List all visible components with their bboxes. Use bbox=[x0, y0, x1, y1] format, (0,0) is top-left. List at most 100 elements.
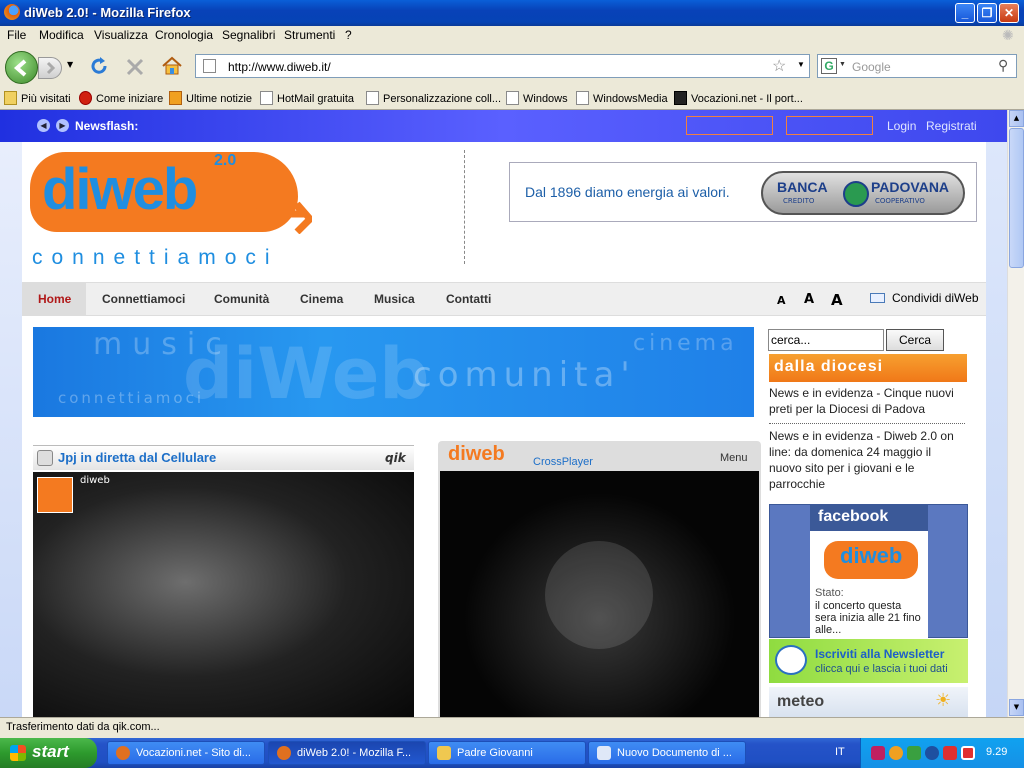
newsflash-next-icon[interactable]: ▶ bbox=[56, 119, 69, 132]
task-firefox-diweb[interactable]: diWeb 2.0! - Mozilla F... bbox=[268, 741, 426, 765]
newsflash-prev-icon[interactable]: ◀ bbox=[37, 119, 50, 132]
meteo-box[interactable]: meteo ☀ bbox=[769, 687, 968, 717]
menu-home[interactable]: Home bbox=[38, 292, 71, 306]
navigation-toolbar: ▼ http://www.diweb.it/ ☆ ▼ G ▼ Google ⚲ bbox=[0, 46, 1024, 86]
task-vocazioni[interactable]: Vocazioni.net - Sito di... bbox=[107, 741, 265, 765]
bookmark-windows[interactable]: Windows bbox=[506, 91, 568, 105]
player-menu[interactable]: Menu bbox=[720, 452, 748, 464]
bookmark-windowsmedia[interactable]: WindowsMedia bbox=[576, 91, 668, 105]
maximize-button[interactable]: ❐ bbox=[977, 3, 997, 23]
newsletter-box[interactable]: Iscriviti alla Newsletter clicca qui e l… bbox=[769, 639, 968, 683]
newsletter-envelope-icon bbox=[775, 645, 807, 675]
bank-emblem-icon bbox=[843, 181, 869, 207]
menu-contatti[interactable]: Contatti bbox=[446, 292, 491, 306]
window-title: diWeb 2.0! - Mozilla Firefox bbox=[24, 5, 191, 20]
scroll-down-icon[interactable]: ▼ bbox=[1009, 699, 1024, 716]
menu-strumenti[interactable]: Strumenti bbox=[284, 28, 335, 42]
username-input[interactable] bbox=[686, 116, 773, 135]
qik-user-avatar bbox=[37, 477, 73, 513]
tray-icon-2[interactable] bbox=[889, 746, 903, 760]
task-padre-giovanni[interactable]: Padre Giovanni bbox=[428, 741, 586, 765]
magnifier-icon[interactable]: ⚲ bbox=[998, 57, 1008, 74]
banca-padovana-ad[interactable]: Dal 1896 diamo energia ai valori. BANCA … bbox=[509, 162, 977, 222]
search-box[interactable]: G ▼ Google ⚲ bbox=[817, 54, 1017, 78]
home-icon[interactable] bbox=[160, 54, 184, 78]
menu-file[interactable]: File bbox=[7, 28, 26, 42]
diocese-header: dalla diocesi bbox=[769, 354, 967, 382]
player-name: CrossPlayer bbox=[533, 456, 593, 468]
tray-icon-5[interactable] bbox=[943, 746, 957, 760]
site-search-input[interactable] bbox=[768, 329, 884, 351]
font-size-medium[interactable]: A bbox=[804, 292, 814, 307]
qik-video-player[interactable]: diweb bbox=[33, 472, 414, 717]
menu-modifica[interactable]: Modifica bbox=[39, 28, 84, 42]
scroll-thumb[interactable] bbox=[1009, 128, 1024, 268]
task-nuovo-documento[interactable]: Nuovo Documento di ... bbox=[588, 741, 746, 765]
menu-visualizza[interactable]: Visualizza bbox=[94, 28, 148, 42]
windows-logo-icon bbox=[10, 745, 26, 761]
register-link[interactable]: Registrati bbox=[926, 119, 977, 133]
forward-button[interactable] bbox=[38, 57, 62, 79]
logo-arrow-icon bbox=[243, 174, 312, 234]
stop-icon[interactable] bbox=[124, 56, 146, 78]
font-size-small[interactable]: A bbox=[777, 294, 786, 307]
back-button[interactable] bbox=[5, 51, 38, 84]
font-size-large[interactable]: A bbox=[831, 291, 843, 309]
site-logo[interactable]: diweb 2.0 connettiamoci bbox=[22, 142, 464, 282]
bookmark-come-iniziare[interactable]: Come iniziare bbox=[79, 91, 163, 105]
history-dropdown-icon[interactable]: ▼ bbox=[67, 60, 73, 69]
google-icon[interactable]: G bbox=[821, 58, 837, 74]
tray-icon-1[interactable] bbox=[871, 746, 885, 760]
language-indicator[interactable]: IT bbox=[835, 746, 845, 758]
scroll-up-icon[interactable]: ▲ bbox=[1009, 110, 1024, 127]
password-input[interactable] bbox=[786, 116, 873, 135]
share-link[interactable]: Condividi diWeb bbox=[892, 291, 979, 305]
window-titlebar[interactable]: diWeb 2.0! - Mozilla Firefox _ ❐ ✕ bbox=[0, 0, 1024, 26]
tray-icon-3[interactable] bbox=[907, 746, 921, 760]
newsflash-label: Newsflash: bbox=[75, 119, 139, 133]
url-dropdown-icon[interactable]: ▼ bbox=[797, 60, 805, 69]
play-overlay-icon[interactable] bbox=[545, 541, 653, 649]
start-button[interactable]: start bbox=[0, 738, 97, 768]
bookmark-vocazioni[interactable]: Vocazioni.net - Il port... bbox=[674, 91, 803, 105]
bookmark-piu-visitati[interactable]: Più visitati bbox=[4, 91, 71, 105]
tray-icon-4[interactable] bbox=[925, 746, 939, 760]
bookmark-personalizzazione[interactable]: Personalizzazione coll... bbox=[366, 91, 501, 105]
status-text: Trasferimento dati da qik.com... bbox=[6, 721, 160, 733]
crossplayer-video[interactable] bbox=[440, 471, 759, 717]
url-bar[interactable]: http://www.diweb.it/ ☆ ▼ bbox=[195, 54, 810, 78]
reload-icon[interactable] bbox=[88, 55, 110, 77]
weather-sun-icon: ☀ bbox=[935, 690, 952, 711]
bookmark-star-icon[interactable]: ☆ bbox=[772, 56, 786, 76]
tray-icon-6[interactable] bbox=[961, 746, 975, 760]
vertical-scrollbar[interactable]: ▲ ▼ bbox=[1007, 110, 1024, 717]
minimize-button[interactable]: _ bbox=[955, 3, 975, 23]
login-link[interactable]: Login bbox=[887, 119, 916, 133]
page-icon bbox=[203, 59, 216, 73]
firefox-icon bbox=[4, 4, 20, 20]
news-item[interactable]: News e in evidenza - Cinque nuovi preti … bbox=[769, 385, 965, 424]
taskbar: start Vocazioni.net - Sito di... diWeb 2… bbox=[0, 738, 1024, 768]
bookmark-hotmail[interactable]: HotMail gratuita bbox=[260, 91, 354, 105]
search-engine-dropdown-icon[interactable]: ▼ bbox=[839, 61, 846, 68]
newsflash-bar: ◀ ▶ Newsflash: Login Registrati bbox=[0, 110, 1007, 142]
site-search-button[interactable]: Cerca bbox=[886, 329, 944, 351]
close-button[interactable]: ✕ bbox=[999, 3, 1019, 23]
menu-comunita[interactable]: Comunità bbox=[214, 292, 269, 306]
facebook-box[interactable]: facebook diweb Stato: il concerto questa… bbox=[769, 504, 968, 639]
menu-cronologia[interactable]: Cronologia bbox=[155, 28, 213, 42]
envelope-icon bbox=[870, 293, 885, 303]
menu-segnalibri[interactable]: Segnalibri bbox=[222, 28, 275, 42]
logo-version: 2.0 bbox=[214, 152, 237, 169]
menu-connettiamoci[interactable]: Connettiamoci bbox=[102, 292, 185, 306]
throbber-icon: ✺ bbox=[1002, 27, 1014, 43]
news-item[interactable]: News e in evidenza - Diweb 2.0 on line: … bbox=[769, 428, 965, 492]
menu-help[interactable]: ? bbox=[345, 28, 352, 42]
header-divider bbox=[464, 150, 465, 264]
clock[interactable]: 9.29 bbox=[986, 746, 1007, 758]
search-placeholder[interactable]: Google bbox=[852, 60, 891, 74]
url-text[interactable]: http://www.diweb.it/ bbox=[228, 60, 331, 74]
bookmark-ultime-notizie[interactable]: Ultime notizie bbox=[169, 91, 252, 105]
menu-cinema[interactable]: Cinema bbox=[300, 292, 343, 306]
menu-musica[interactable]: Musica bbox=[374, 292, 415, 306]
